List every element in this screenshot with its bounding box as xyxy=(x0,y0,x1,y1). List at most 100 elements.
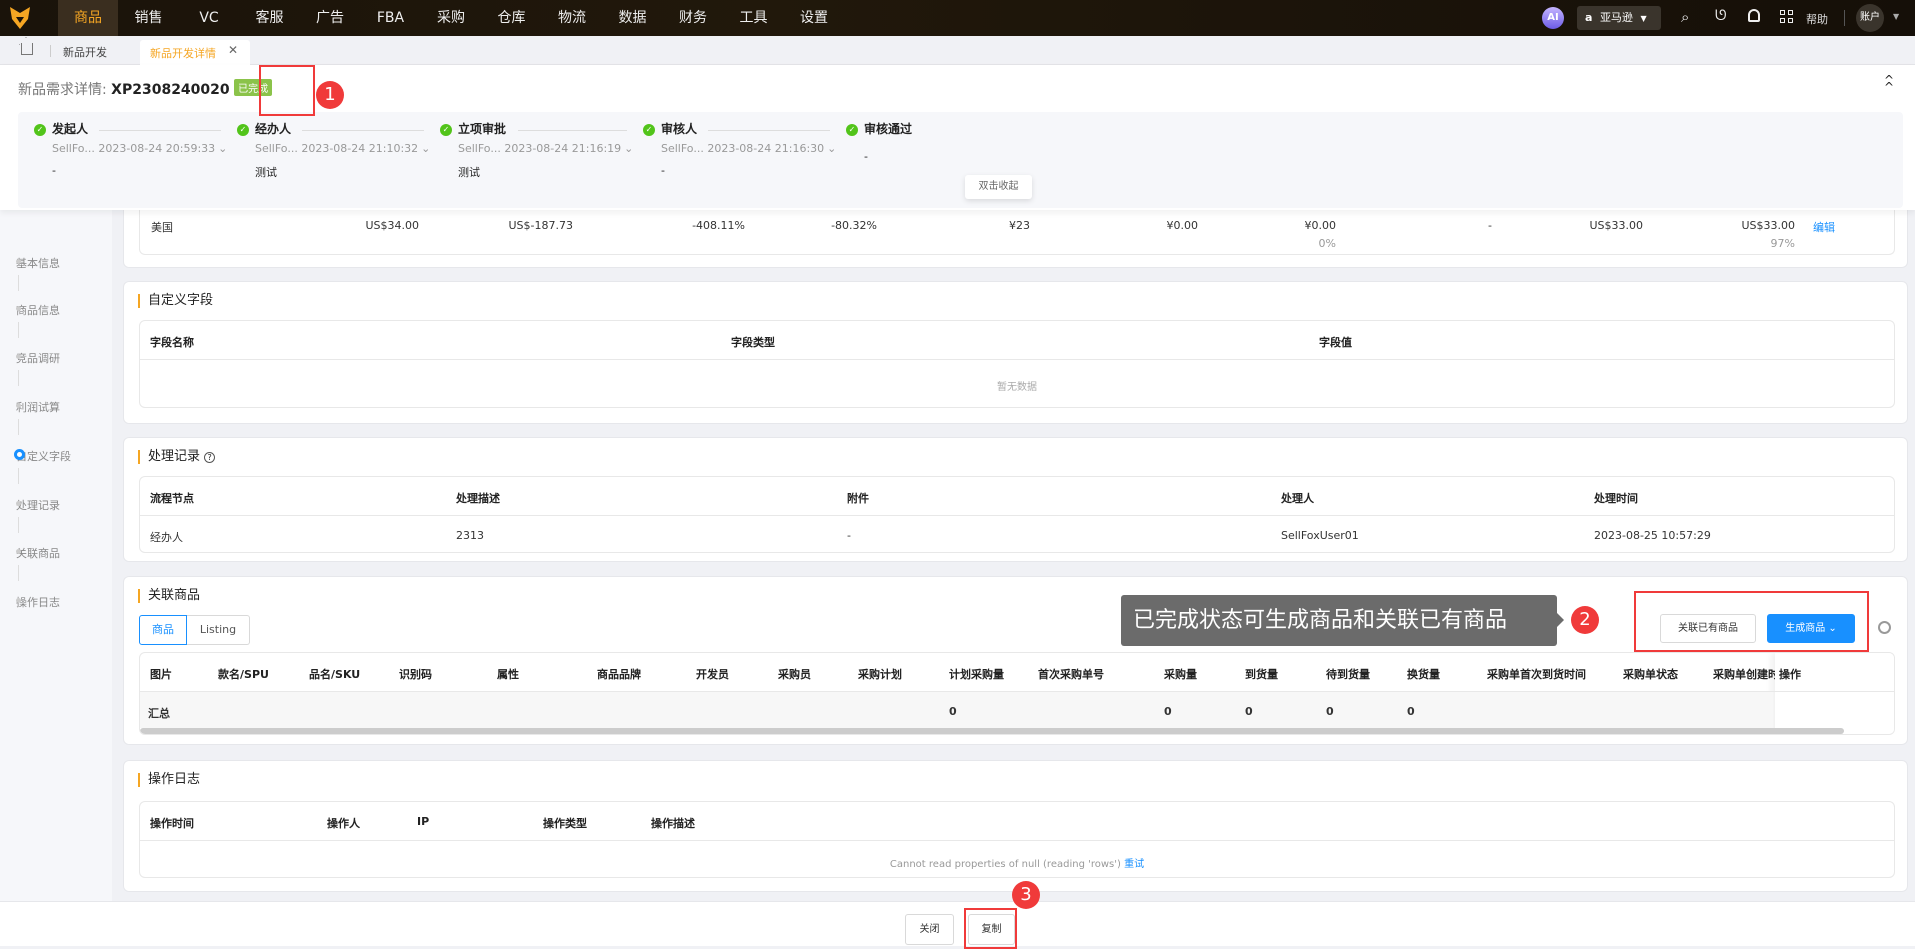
chevron-down-icon: ⌄ xyxy=(624,142,634,155)
section-nav-label: 竞品调研 xyxy=(16,352,60,365)
column-header: 采购单状态 xyxy=(1623,668,1678,681)
summary-label: 汇总 xyxy=(148,707,170,720)
process-log-table: 流程节点 处理描述 附件 处理人 处理时间 经办人 2313 - SellFoxUser01 20… xyxy=(139,476,1895,553)
section-nav-item[interactable]: 处理记录 xyxy=(16,497,60,513)
annotation-badge-1: 1 xyxy=(316,81,344,109)
operation-log-card: 操作日志 Cannot read properties of null (rea… xyxy=(123,760,1908,892)
tab-new-product-dev[interactable]: 新品开发 xyxy=(63,44,107,60)
step-operator[interactable]: SellFo... 2023-08-24 21:16:30 ⌄ xyxy=(661,142,836,155)
logo-icon[interactable] xyxy=(10,7,30,29)
tab-new-product-detail[interactable]: 新品开发详情 ✕ xyxy=(140,40,250,65)
column-header: 处理人 xyxy=(1281,492,1314,505)
nav-item[interactable]: 客服 xyxy=(240,0,300,36)
column-header: 操作时间 xyxy=(150,817,194,830)
check-circle-icon: ✓ xyxy=(440,124,452,136)
step-operator[interactable]: SellFo... 2023-08-24 21:10:32 ⌄ xyxy=(255,142,430,155)
custom-fields-table: 字段名称 字段类型 字段值 暂无数据 xyxy=(139,320,1895,408)
divider xyxy=(50,45,51,57)
marketplace-select[interactable]: a 亚马逊 ▼ xyxy=(1577,6,1661,30)
table-cell: 2023-08-25 10:57:29 xyxy=(1594,529,1711,542)
ai-icon[interactable]: AI xyxy=(1542,7,1564,29)
column-header: 操作 xyxy=(1775,653,1894,734)
check-circle-icon: ✓ xyxy=(237,124,249,136)
nav-connector xyxy=(18,419,19,435)
nav-connector xyxy=(18,468,19,484)
section-nav-item[interactable]: 操作日志 xyxy=(16,594,60,610)
nav-dot-icon xyxy=(16,598,21,603)
tab-products[interactable]: 商品 xyxy=(139,615,187,645)
collapse-icon[interactable]: ^ ^ xyxy=(1884,74,1894,93)
caret-down-icon[interactable]: ▼ xyxy=(1893,12,1899,21)
nav-item[interactable]: 销售 xyxy=(119,0,179,36)
tab-listing[interactable]: Listing xyxy=(187,615,250,645)
column-header: 首次采购单号 xyxy=(1038,668,1104,681)
section-nav-item[interactable]: 商品信息 xyxy=(16,302,60,318)
step-operator[interactable]: SellFo... 2023-08-24 21:16:19 ⌄ xyxy=(458,142,633,155)
request-id: XP2308240020 xyxy=(111,82,230,98)
search-icon[interactable]: ⌕ xyxy=(1681,8,1689,26)
nav-item[interactable]: FBA xyxy=(361,0,421,36)
horizontal-scrollbar[interactable] xyxy=(140,728,1844,734)
annotation-box-1 xyxy=(259,65,315,116)
section-nav-item[interactable]: 基本信息 xyxy=(16,255,60,271)
bell-icon[interactable] xyxy=(1748,9,1760,22)
column-header: 采购计划 xyxy=(858,668,902,681)
column-header: 采购单首次到货时间 xyxy=(1487,668,1586,681)
headset-icon[interactable]: ᘎ xyxy=(1715,8,1727,24)
section-nav-label: 处理记录 xyxy=(16,499,60,512)
collapse-tooltip: 双击收起 xyxy=(965,175,1032,199)
step-name: 立项审批 xyxy=(458,122,507,136)
nav-item[interactable]: 广告 xyxy=(300,0,360,36)
help-link[interactable]: 帮助 xyxy=(1806,11,1828,27)
step-operator-text: SellFo... 2023-08-24 20:59:33 xyxy=(52,142,216,155)
close-button[interactable]: 关闭 xyxy=(905,914,954,945)
check-circle-icon: ✓ xyxy=(846,124,858,136)
step-note: - xyxy=(52,164,56,177)
nav-item[interactable]: 采购 xyxy=(421,0,481,36)
table-cell: - xyxy=(847,529,851,542)
home-icon[interactable] xyxy=(19,37,33,55)
apps-grid-icon[interactable] xyxy=(1780,10,1793,23)
nav-dot-icon xyxy=(16,501,21,506)
column-header: 流程节点 xyxy=(150,492,194,505)
step-connector xyxy=(708,130,830,131)
column-header: 属性 xyxy=(497,668,519,681)
column-header: 采购量 xyxy=(1164,668,1197,681)
column-header: 款名/SPU xyxy=(218,668,269,681)
divider xyxy=(140,840,1894,841)
nav-item[interactable]: 仓库 xyxy=(482,0,542,36)
close-icon[interactable]: ✕ xyxy=(228,43,238,57)
footer-bar: 关闭 复制 xyxy=(0,901,1915,946)
nav-item[interactable]: VC xyxy=(179,0,239,36)
nav-item[interactable]: 物流 xyxy=(542,0,602,36)
table-cell: 2313 xyxy=(456,529,484,542)
settings-icon[interactable] xyxy=(1878,621,1891,634)
section-nav-label: 基本信息 xyxy=(16,257,60,270)
nav-item[interactable]: 商品 xyxy=(58,0,118,36)
nav-item[interactable]: 财务 xyxy=(663,0,723,36)
help-icon[interactable]: ? xyxy=(204,452,216,463)
column-header: 附件 xyxy=(847,492,869,505)
section-nav-item[interactable]: 利润试算 xyxy=(16,399,60,415)
approval-stepper: ✓ 发起人 SellFo... 2023-08-24 20:59:33 ⌄ - ✓ 经办人 S… xyxy=(18,112,1903,208)
annotation-box-2 xyxy=(1634,591,1869,652)
annotation-badge-3: 3 xyxy=(1012,881,1040,909)
column-header: 采购员 xyxy=(778,668,811,681)
nav-item[interactable]: 设置 xyxy=(784,0,844,36)
column-header: 操作人 xyxy=(327,817,360,830)
section-nav-item[interactable]: 自定义字段 xyxy=(14,448,71,464)
retry-link[interactable]: 重试 xyxy=(1124,859,1144,870)
nav-connector xyxy=(18,370,19,386)
nav-item[interactable]: 工具 xyxy=(724,0,784,36)
step-operator[interactable]: SellFo... 2023-08-24 20:59:33 ⌄ xyxy=(52,142,227,155)
column-header: 图片 xyxy=(150,668,172,681)
column-header: 开发员 xyxy=(696,668,729,681)
nav-connector xyxy=(18,322,19,338)
step-note: - xyxy=(864,150,868,163)
account-avatar[interactable]: 账户 xyxy=(1856,4,1884,32)
column-header: 处理描述 xyxy=(456,492,500,505)
nav-item[interactable]: 数据 xyxy=(603,0,663,36)
edit-link[interactable]: 编辑 xyxy=(1813,219,1835,235)
section-nav-item[interactable]: 竞品调研 xyxy=(16,350,60,366)
section-nav-item[interactable]: 关联商品 xyxy=(16,545,60,561)
